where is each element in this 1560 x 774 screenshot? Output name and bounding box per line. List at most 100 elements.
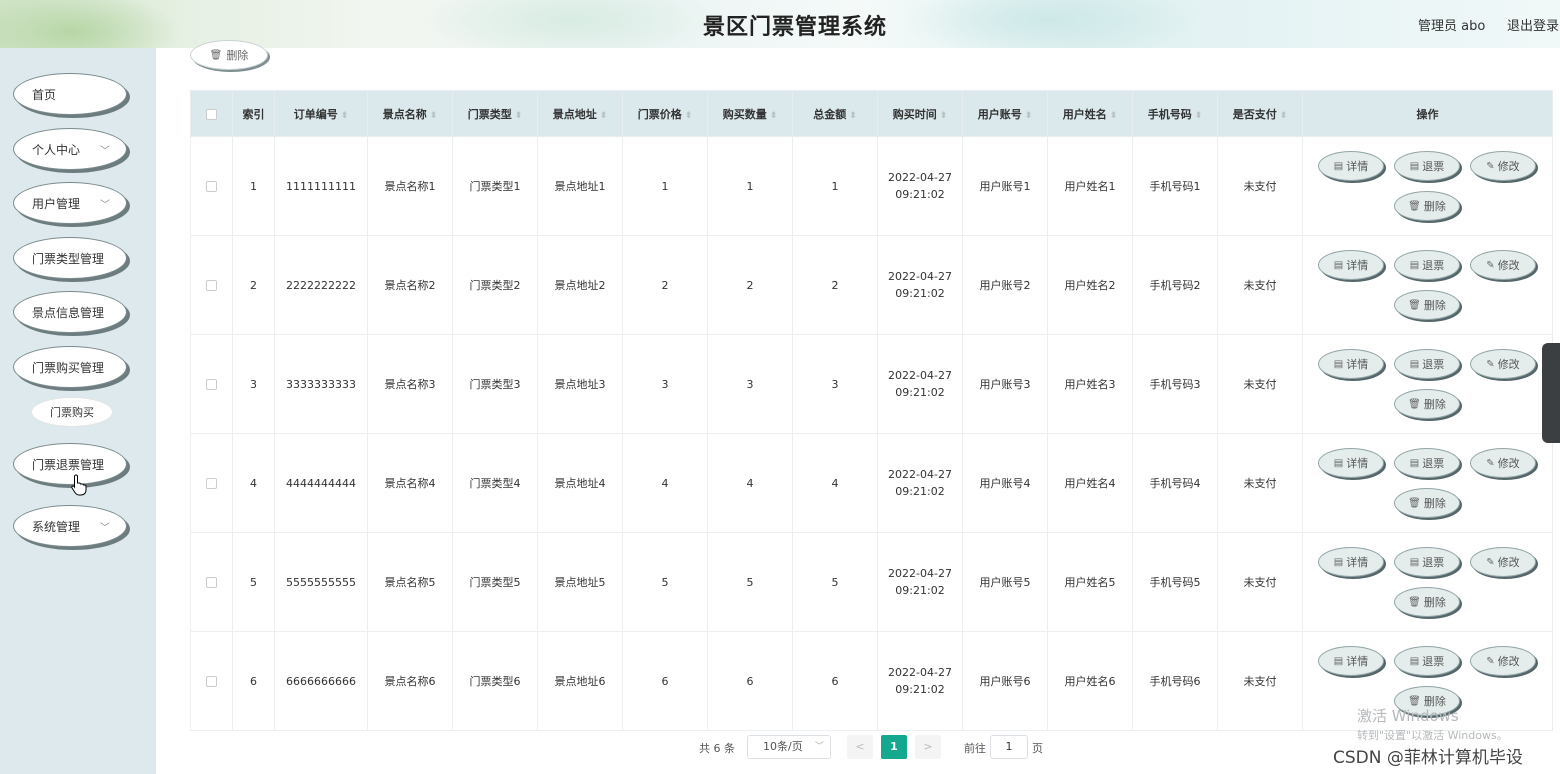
col-user-account[interactable]: 用户账号 ⬍ <box>962 90 1048 137</box>
pagination: 共 6 条 10条/页 ﹀ < 1 > 前往 1 页 <box>0 735 1560 759</box>
sidebar-item-ticket-types[interactable]: 门票类型管理 <box>13 237 127 279</box>
col-quantity[interactable]: 购买数量 ⬍ <box>707 90 793 137</box>
prev-page-button[interactable]: < <box>847 735 873 759</box>
purchase-time: 09:21:02 <box>895 386 945 399</box>
col-ticket-type[interactable]: 门票类型 ⬍ <box>452 90 538 137</box>
detail-button[interactable]: ▤ 详情 <box>1318 151 1384 181</box>
hand-cursor-icon <box>71 474 87 496</box>
row-checkbox[interactable] <box>206 676 217 687</box>
cell-actions: ▤ 详情 ▤ 退票 ✎ 修改 🗑 删除 <box>1302 136 1553 236</box>
detail-button[interactable]: ▤ 详情 <box>1318 547 1384 577</box>
delete-button[interactable]: 🗑 删除 <box>1394 290 1460 320</box>
cell-user-name: 用户姓名3 <box>1047 334 1133 434</box>
cell-purchase-time: 2022-04-27 09:21:02 <box>877 235 963 335</box>
cell-actions: ▤ 详情 ▤ 退票 ✎ 修改 🗑 删除 <box>1302 532 1553 632</box>
delete-button[interactable]: 🗑 删除 <box>1394 587 1460 617</box>
sort-icon[interactable]: ⬍ <box>1025 111 1033 121</box>
sidebar-item-home[interactable]: 首页 <box>13 73 127 115</box>
purchase-date: 2022-04-27 <box>888 369 952 382</box>
edit-button[interactable]: ✎ 修改 <box>1470 250 1536 280</box>
row-checkbox[interactable] <box>206 478 217 489</box>
row-checkbox[interactable] <box>206 577 217 588</box>
refund-button[interactable]: ▤ 退票 <box>1394 448 1460 478</box>
edit-button[interactable]: ✎ 修改 <box>1470 646 1536 676</box>
col-total[interactable]: 总金额 ⬍ <box>792 90 878 137</box>
refund-button[interactable]: ▤ 退票 <box>1394 646 1460 676</box>
delete-button[interactable]: 🗑 删除 <box>1394 488 1460 518</box>
next-page-button[interactable]: > <box>915 735 941 759</box>
col-order-number[interactable]: 订单编号 ⬍ <box>274 90 368 137</box>
cell-paid-status: 未支付 <box>1217 235 1303 335</box>
trash-icon: 🗑 <box>1408 200 1421 212</box>
detail-button[interactable]: ▤ 详情 <box>1318 448 1384 478</box>
sidebar-item-profile[interactable]: 个人中心 ﹀ <box>13 128 127 170</box>
edit-button[interactable]: ✎ 修改 <box>1470 151 1536 181</box>
goto-page-input[interactable]: 1 <box>990 735 1028 759</box>
edit-button[interactable]: ✎ 修改 <box>1470 448 1536 478</box>
cell-ticket-price: 4 <box>622 433 708 533</box>
sidebar-item-users[interactable]: 用户管理 ﹀ <box>13 182 127 224</box>
bulk-delete-button[interactable]: 🗑 删除 <box>190 40 268 70</box>
windows-activation-watermark: 激活 Windows <box>1357 707 1459 725</box>
sort-icon[interactable]: ⬍ <box>430 111 438 121</box>
row-checkbox[interactable] <box>206 181 217 192</box>
sort-icon[interactable]: ⬍ <box>1195 111 1203 121</box>
cell-spot-address: 景点地址1 <box>537 136 623 236</box>
sidebar-item-purchases[interactable]: 门票购买管理 <box>13 346 127 388</box>
refund-button[interactable]: ▤ 退票 <box>1394 349 1460 379</box>
edit-button[interactable]: ✎ 修改 <box>1470 349 1536 379</box>
cell-phone: 手机号码3 <box>1132 334 1218 434</box>
cell-ticket-type: 门票类型2 <box>452 235 538 335</box>
cell-ticket-type: 门票类型1 <box>452 136 538 236</box>
sidebar-item-system[interactable]: 系统管理 ﹀ <box>13 505 127 547</box>
cell-index: 4 <box>232 433 275 533</box>
delete-button[interactable]: 🗑 删除 <box>1394 191 1460 221</box>
page-size-select[interactable]: 10条/页 ﹀ <box>747 735 831 759</box>
refund-button[interactable]: ▤ 退票 <box>1394 151 1460 181</box>
edit-button[interactable]: ✎ 修改 <box>1470 547 1536 577</box>
detail-button[interactable]: ▤ 详情 <box>1318 646 1384 676</box>
detail-button[interactable]: ▤ 详情 <box>1318 250 1384 280</box>
cell-spot-address: 景点地址6 <box>537 631 623 731</box>
delete-button[interactable]: 🗑 删除 <box>1394 389 1460 419</box>
sidebar-item-label: 门票退票管理 <box>32 457 105 472</box>
scrollbar-thumb[interactable] <box>1542 343 1560 443</box>
sort-icon[interactable]: ⬍ <box>1280 111 1288 121</box>
windows-activation-hint: 转到"设置"以激活 Windows。 <box>1357 729 1508 742</box>
col-paid[interactable]: 是否支付 ⬍ <box>1217 90 1303 137</box>
sidebar-item-spots[interactable]: 景点信息管理 <box>13 291 127 333</box>
select-all-checkbox[interactable] <box>206 108 217 120</box>
sort-icon[interactable]: ⬍ <box>849 111 857 121</box>
cell-user-name: 用户姓名5 <box>1047 532 1133 632</box>
sort-icon[interactable]: ⬍ <box>1110 111 1118 121</box>
row-checkbox[interactable] <box>206 280 217 291</box>
sort-icon[interactable]: ⬍ <box>940 111 948 121</box>
sort-icon[interactable]: ⬍ <box>770 111 778 121</box>
row-select-cell <box>190 631 233 731</box>
cell-user-account: 用户账号3 <box>962 334 1048 434</box>
col-spot-name[interactable]: 景点名称 ⬍ <box>367 90 453 137</box>
row-select-cell <box>190 136 233 236</box>
cell-spot-address: 景点地址4 <box>537 433 623 533</box>
col-user-name[interactable]: 用户姓名 ⬍ <box>1047 90 1133 137</box>
cell-user-name: 用户姓名4 <box>1047 433 1133 533</box>
detail-button[interactable]: ▤ 详情 <box>1318 349 1384 379</box>
sort-icon[interactable]: ⬍ <box>600 111 608 121</box>
table-row: 5 5555555555 景点名称5 门票类型5 景点地址5 5 5 5 2022-04-27 0… <box>190 532 1553 632</box>
page-1-button[interactable]: 1 <box>881 735 907 759</box>
cell-order-number: 3333333333 <box>274 334 368 434</box>
sort-icon[interactable]: ⬍ <box>685 111 693 121</box>
row-checkbox[interactable] <box>206 379 217 390</box>
col-phone[interactable]: 手机号码 ⬍ <box>1132 90 1218 137</box>
col-spot-address[interactable]: 景点地址 ⬍ <box>537 90 623 137</box>
sort-icon[interactable]: ⬍ <box>341 111 349 121</box>
refund-button[interactable]: ▤ 退票 <box>1394 250 1460 280</box>
refund-button[interactable]: ▤ 退票 <box>1394 547 1460 577</box>
col-purchase-time[interactable]: 购买时间 ⬍ <box>877 90 963 137</box>
logout-link[interactable]: 退出登录 <box>1507 15 1559 34</box>
sidebar-subitem-purchase[interactable]: 门票购买 <box>31 397 113 427</box>
cell-actions: ▤ 详情 ▤ 退票 ✎ 修改 🗑 删除 <box>1302 235 1553 335</box>
document-icon: ▤ <box>1409 259 1420 271</box>
col-ticket-price[interactable]: 门票价格 ⬍ <box>622 90 708 137</box>
sort-icon[interactable]: ⬍ <box>515 111 523 121</box>
